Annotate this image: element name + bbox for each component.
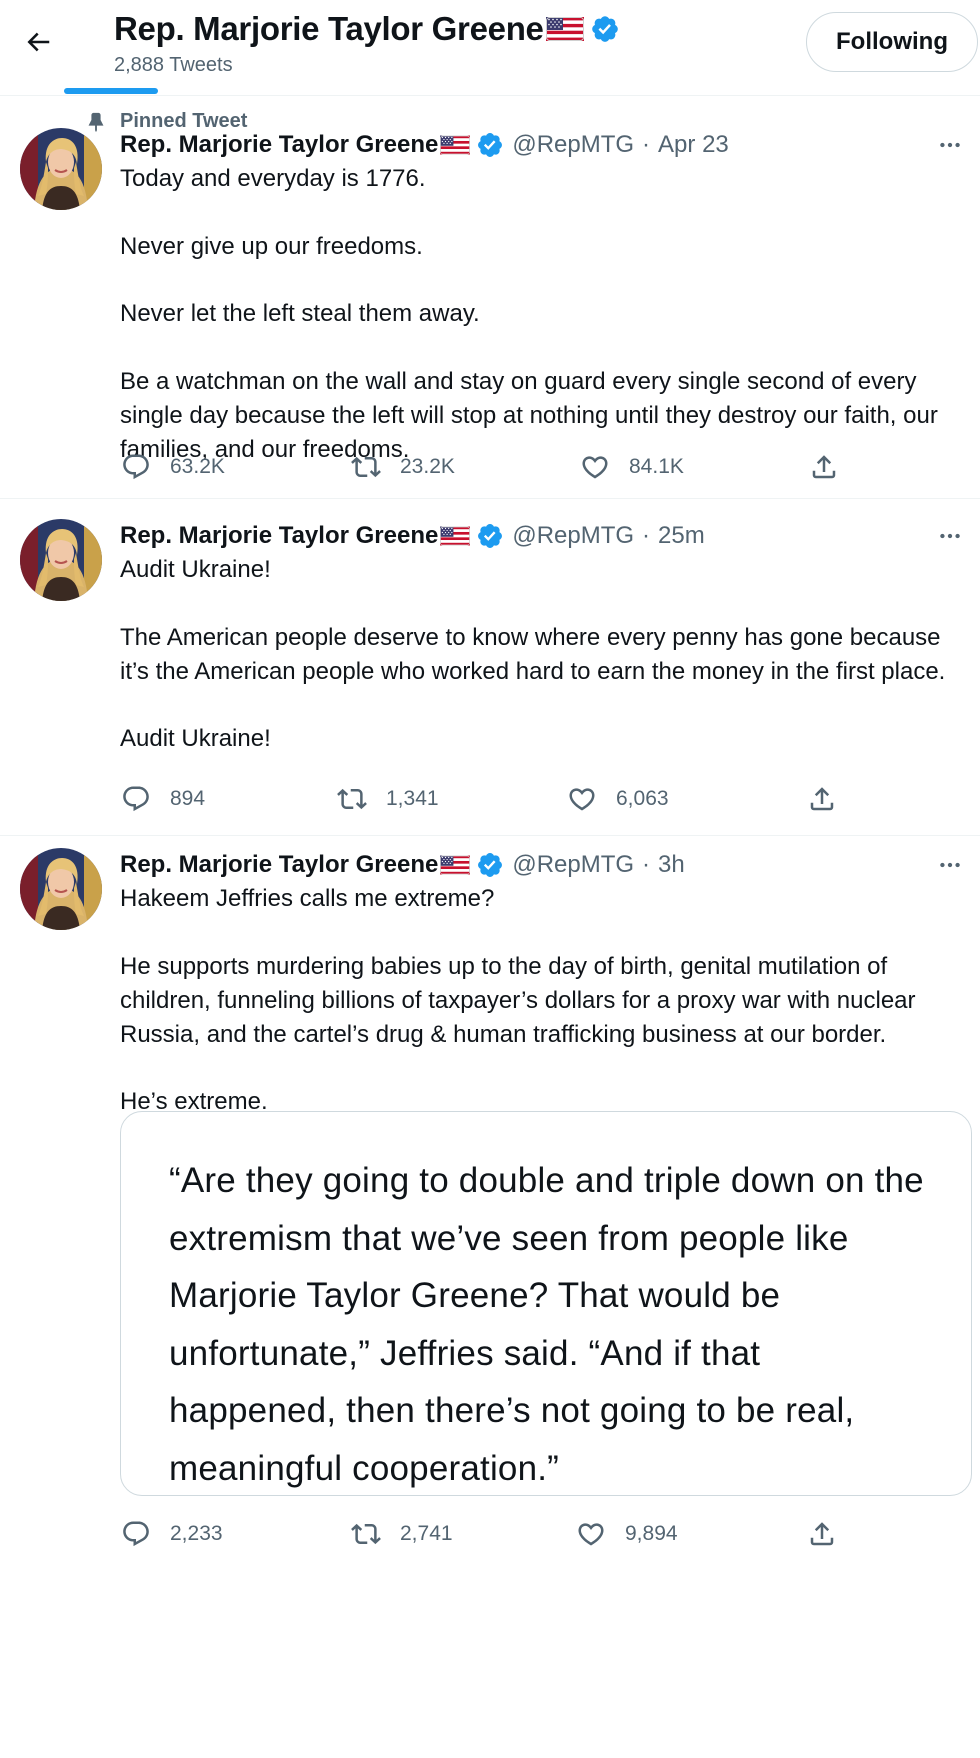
retweet-icon: [337, 784, 367, 814]
us-flag-icon: [440, 135, 470, 155]
tweet-count: 2,888 Tweets: [114, 54, 233, 76]
tweet-text: Today and everyday is 1776. Never give u…: [120, 162, 968, 467]
tweet-actions: 2,233 2,741 9,894: [120, 1514, 860, 1554]
arrow-left-icon: [27, 32, 50, 52]
author-name[interactable]: Rep. Marjorie Taylor Greene: [120, 522, 438, 550]
tweet[interactable]: Rep. Marjorie Taylor Greene @RepMTG · 25…: [0, 499, 980, 836]
verified-badge-icon: [476, 522, 504, 550]
tweet-timestamp[interactable]: 25m: [658, 522, 705, 550]
pin-icon: [76, 111, 116, 133]
like-count: 9,894: [625, 1522, 678, 1545]
profile-header: Rep. Marjorie Taylor Greene 2,888 Tweets…: [0, 0, 980, 96]
more-button[interactable]: [930, 128, 970, 162]
like-button[interactable]: 6,063: [566, 779, 669, 819]
back-button[interactable]: [18, 22, 58, 62]
reply-icon: [121, 784, 151, 814]
verified-badge-icon: [590, 14, 620, 44]
heart-icon: [576, 1519, 606, 1549]
retweet-icon: [351, 1519, 381, 1549]
like-button[interactable]: 9,894: [575, 1514, 678, 1554]
reply-count: 894: [170, 787, 206, 810]
separator-dot: ·: [642, 522, 651, 549]
retweet-count: 23.2K: [400, 455, 455, 478]
author-handle[interactable]: @RepMTG: [512, 522, 634, 550]
reply-count: 63.2K: [170, 455, 225, 478]
tweet[interactable]: Rep. Marjorie Taylor Greene @RepMTG · 3h…: [0, 836, 980, 1758]
tweet-text: Hakeem Jeffries calls me extreme? He sup…: [120, 882, 968, 1119]
reply-icon: [121, 1519, 151, 1549]
separator-dot: ·: [642, 851, 651, 878]
reply-count: 2,233: [170, 1522, 223, 1545]
like-count: 84.1K: [629, 455, 684, 478]
tweet-timestamp[interactable]: Apr 23: [658, 131, 729, 159]
more-button[interactable]: [930, 848, 970, 882]
header-scroll-indicator: [64, 88, 158, 94]
share-icon: [809, 452, 839, 482]
tweet-actions: 63.2K 23.2K 84.1K: [120, 447, 860, 487]
verified-badge-icon: [476, 851, 504, 879]
us-flag-icon: [546, 17, 584, 41]
tweet-pinned[interactable]: Pinned Tweet Rep. Marjorie Taylor Greene…: [0, 96, 980, 499]
verified-badge-icon: [476, 131, 504, 159]
author-handle[interactable]: @RepMTG: [512, 131, 634, 159]
more-horizontal-icon: [937, 132, 963, 158]
avatar[interactable]: [20, 519, 102, 601]
more-button[interactable]: [930, 519, 970, 553]
more-horizontal-icon: [937, 852, 963, 878]
tweet-header: Rep. Marjorie Taylor Greene @RepMTG · 3h: [120, 848, 960, 882]
reply-icon: [121, 452, 151, 482]
retweet-button[interactable]: 23.2K: [350, 447, 455, 487]
retweet-count: 1,341: [386, 787, 439, 810]
us-flag-icon: [440, 855, 470, 875]
tweet-actions: 894 1,341 6,063: [120, 779, 860, 819]
like-count: 6,063: [616, 787, 669, 810]
us-flag-icon: [440, 526, 470, 546]
tweet-paragraph: He supports murdering babies up to the d…: [120, 952, 916, 1048]
more-horizontal-icon: [937, 523, 963, 549]
author-handle[interactable]: @RepMTG: [512, 851, 634, 879]
heart-icon: [580, 452, 610, 482]
tweet-paragraph: Never give up our freedoms.: [120, 232, 423, 260]
tweet-timestamp[interactable]: 3h: [658, 851, 685, 879]
retweet-button[interactable]: 1,341: [336, 779, 439, 819]
reply-button[interactable]: 894: [120, 779, 205, 819]
avatar[interactable]: [20, 848, 102, 930]
quote-text: “Are they going to double and triple dow…: [169, 1161, 924, 1488]
tweet-paragraph: Never let the left steal them away.: [120, 300, 480, 327]
tweet-paragraph: Audit Ukraine!: [120, 725, 271, 752]
retweet-button[interactable]: 2,741: [350, 1514, 453, 1554]
tweet-header: Rep. Marjorie Taylor Greene @RepMTG · Ap…: [120, 128, 960, 162]
tweet-header: Rep. Marjorie Taylor Greene @RepMTG · 25…: [120, 519, 960, 553]
tweet-paragraph: The American people deserve to know wher…: [120, 623, 946, 685]
retweet-icon: [351, 452, 381, 482]
share-icon: [807, 784, 837, 814]
tweet-paragraph: Hakeem Jeffries calls me extreme?: [120, 885, 495, 912]
share-button[interactable]: [808, 447, 858, 487]
author-name[interactable]: Rep. Marjorie Taylor Greene: [120, 131, 438, 159]
share-button[interactable]: [806, 779, 856, 819]
heart-icon: [567, 784, 597, 814]
profile-name: Rep. Marjorie Taylor Greene: [114, 10, 544, 47]
retweet-count: 2,741: [400, 1522, 453, 1545]
tweet-text: Audit Ukraine! The American people deser…: [120, 553, 968, 756]
share-button[interactable]: [806, 1514, 856, 1554]
tweet-paragraph: Today and everyday is 1776.: [120, 165, 426, 192]
tweet-paragraph: Audit Ukraine!: [120, 556, 271, 583]
reply-button[interactable]: 2,233: [120, 1514, 223, 1554]
avatar[interactable]: [20, 128, 102, 210]
following-button[interactable]: Following: [806, 12, 978, 72]
separator-dot: ·: [642, 131, 651, 158]
reply-button[interactable]: 63.2K: [120, 447, 225, 487]
like-button[interactable]: 84.1K: [579, 447, 684, 487]
profile-name-header: Rep. Marjorie Taylor Greene: [114, 10, 620, 48]
author-name[interactable]: Rep. Marjorie Taylor Greene: [120, 851, 438, 879]
share-icon: [807, 1519, 837, 1549]
quote-image-card[interactable]: “Are they going to double and triple dow…: [120, 1111, 972, 1496]
